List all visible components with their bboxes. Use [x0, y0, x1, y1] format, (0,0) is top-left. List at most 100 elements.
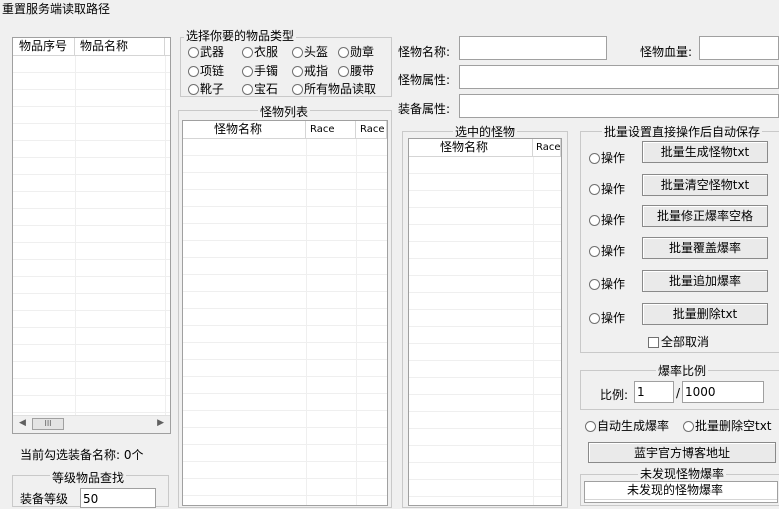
monster-attr-input[interactable] — [459, 65, 779, 89]
radio-label: 武器 — [200, 45, 225, 59]
scroll-left-arrow-icon[interactable]: ◀ — [19, 418, 26, 428]
scroll-right-arrow-icon[interactable]: ▶ — [157, 418, 164, 428]
radio-icon[interactable] — [589, 215, 600, 226]
radio-icon[interactable] — [589, 313, 600, 324]
radio-label: 勋章 — [350, 45, 375, 59]
rate-separator: / — [676, 386, 681, 400]
radio-label: 所有物品读取 — [304, 82, 377, 96]
batch-radio-5[interactable]: 操作 — [589, 275, 625, 292]
col-selected-race[interactable]: Race — [533, 139, 561, 156]
radio-label: 操作 — [601, 244, 626, 258]
checkbox-label: 全部取消 — [661, 335, 710, 349]
batch-radio-4[interactable]: 操作 — [589, 242, 625, 259]
monster-hp-label: 怪物血量: — [640, 45, 693, 59]
col-selected-monster-name[interactable]: 怪物名称 — [409, 139, 533, 156]
rate-numerator-input[interactable]: 1 — [634, 381, 674, 403]
radio-icon[interactable] — [292, 66, 303, 77]
radio-bracelet[interactable]: 手镯 — [242, 62, 278, 79]
radio-ring[interactable]: 戒指 — [292, 62, 328, 79]
radio-helmet[interactable]: 头盔 — [292, 43, 328, 60]
selected-list-rows — [409, 157, 561, 505]
batch-title: 批量设置直接操作后自动保存 — [602, 123, 763, 140]
rate-denominator-input[interactable]: 1000 — [682, 381, 764, 403]
radio-gem[interactable]: 宝石 — [242, 80, 278, 97]
radio-clothes[interactable]: 衣服 — [242, 43, 278, 60]
radio-icon[interactable] — [683, 421, 694, 432]
item-select-status: 当前勾选装备名称: 0个 — [20, 448, 144, 462]
radio-label: 操作 — [601, 213, 626, 227]
radio-all-items[interactable]: 所有物品读取 — [292, 80, 376, 97]
batch-append-button[interactable]: 批量追加爆率 — [642, 270, 768, 292]
batch-delete-button[interactable]: 批量删除txt — [642, 303, 768, 325]
official-blog-button[interactable]: 蓝宇官方博客地址 — [588, 442, 776, 463]
col-race[interactable]: Race — [306, 121, 356, 138]
radio-label: 腰带 — [350, 64, 375, 78]
col-monster-name[interactable]: 怪物名称 — [183, 121, 306, 138]
radio-label: 操作 — [601, 311, 626, 325]
checkbox-icon[interactable] — [648, 337, 659, 348]
col-item-name[interactable]: 物品名称 — [75, 38, 165, 55]
undiscovered-header: 未发现的怪物爆率 — [585, 482, 777, 500]
batch-fix-spaces-button[interactable]: 批量修正爆率空格 — [642, 205, 768, 227]
rate-title: 爆率比例 — [656, 362, 709, 379]
delete-empty-radio[interactable]: 批量删除空txt — [683, 417, 772, 434]
radio-weapon[interactable]: 武器 — [188, 43, 224, 60]
radio-label: 操作 — [601, 151, 626, 165]
equip-attr-input[interactable] — [459, 94, 779, 118]
col-undiscovered-name[interactable]: 未发现的怪物爆率 — [585, 482, 777, 499]
radio-label: 衣服 — [254, 45, 279, 59]
batch-radio-3[interactable]: 操作 — [589, 211, 625, 228]
monster-name-input[interactable] — [459, 36, 607, 60]
radio-label: 戒指 — [304, 64, 329, 78]
monster-list-header: 怪物名称 Race Race — [183, 121, 387, 139]
radio-icon[interactable] — [589, 246, 600, 257]
radio-icon[interactable] — [188, 84, 199, 95]
scroll-thumb[interactable]: III — [32, 418, 64, 430]
radio-icon[interactable] — [589, 184, 600, 195]
level-input[interactable]: 50 — [80, 488, 156, 508]
radio-belt[interactable]: 腰带 — [338, 62, 374, 79]
radio-icon[interactable] — [589, 279, 600, 290]
cancel-all-checkbox[interactable]: 全部取消 — [648, 333, 709, 350]
radio-icon[interactable] — [242, 66, 253, 77]
batch-generate-button[interactable]: 批量生成怪物txt — [642, 141, 768, 163]
radio-necklace[interactable]: 项链 — [188, 62, 224, 79]
batch-radio-6[interactable]: 操作 — [589, 309, 625, 326]
batch-radio-2[interactable]: 操作 — [589, 180, 625, 197]
radio-icon[interactable] — [242, 47, 253, 58]
item-list-hscrollbar[interactable]: ◀ III ▶ — [13, 415, 170, 433]
item-list-header: 物品序号 物品名称 — [13, 38, 170, 56]
level-label: 装备等级 — [20, 492, 69, 506]
item-list[interactable]: 物品序号 物品名称 ◀ III ▶ — [12, 37, 171, 434]
radio-label: 自动生成爆率 — [597, 419, 670, 433]
radio-icon[interactable] — [589, 153, 600, 164]
scroll-thumb-grip: III — [44, 419, 52, 428]
radio-icon[interactable] — [338, 66, 349, 77]
radio-boots[interactable]: 靴子 — [188, 80, 224, 97]
radio-icon[interactable] — [292, 47, 303, 58]
batch-clear-button[interactable]: 批量清空怪物txt — [642, 174, 768, 196]
undiscovered-list[interactable]: 未发现的怪物爆率 — [584, 481, 778, 503]
radio-label: 批量删除空txt — [695, 419, 772, 433]
selected-monster-list[interactable]: 怪物名称 Race — [408, 138, 562, 506]
radio-icon[interactable] — [292, 84, 303, 95]
col-race-2[interactable]: Race — [356, 121, 387, 138]
auto-generate-radio[interactable]: 自动生成爆率 — [585, 417, 669, 434]
radio-label: 手镯 — [254, 64, 279, 78]
radio-medal[interactable]: 勋章 — [338, 43, 374, 60]
radio-label: 头盔 — [304, 45, 329, 59]
rate-label: 比例: — [600, 388, 629, 402]
batch-overwrite-button[interactable]: 批量覆盖爆率 — [642, 237, 768, 259]
radio-icon[interactable] — [242, 84, 253, 95]
radio-icon[interactable] — [188, 47, 199, 58]
radio-icon[interactable] — [338, 47, 349, 58]
radio-icon[interactable] — [188, 66, 199, 77]
monster-list-title: 怪物列表 — [258, 103, 311, 120]
radio-icon[interactable] — [585, 421, 596, 432]
col-item-index[interactable]: 物品序号 — [13, 38, 75, 55]
item-type-title: 选择你要的物品类型 — [184, 27, 297, 44]
monster-list[interactable]: 怪物名称 Race Race — [182, 120, 388, 506]
window-title: 重置服务端读取路径 — [2, 2, 111, 16]
monster-hp-input[interactable] — [699, 36, 779, 60]
batch-radio-1[interactable]: 操作 — [589, 149, 625, 166]
